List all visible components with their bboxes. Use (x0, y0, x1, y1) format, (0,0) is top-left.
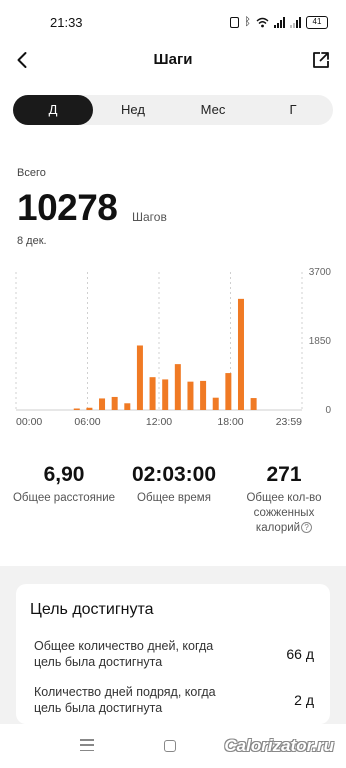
chart-bar (99, 398, 106, 410)
chart-y-tick-label: 3700 (309, 267, 332, 278)
chart-x-tick-label: 06:00 (74, 416, 100, 428)
battery-icon: 41 (306, 15, 328, 29)
stat-distance-value: 6,90 (43, 463, 85, 486)
chart-y-tick-label: 1850 (309, 336, 332, 347)
stat-calories-label: Общее кол-во сожженных калорий? (236, 491, 332, 536)
goal-card: Цель достигнута Общее количество дней, к… (16, 584, 330, 724)
stat-distance-label: Общее расстояние (12, 492, 116, 504)
stat-calories-label-line3: калорий (255, 522, 301, 534)
tab-week[interactable]: Нед (93, 95, 173, 125)
stat-calories: 271 Общее кол-во сожженных калорий? (236, 462, 332, 536)
goal-title: Цель достигнута (30, 601, 154, 618)
tab-year[interactable]: Г (253, 95, 333, 125)
chart-bar (73, 408, 80, 410)
chart-x-tick-label: 12:00 (146, 416, 172, 428)
stat-calories-label-line2: сожженных (253, 507, 315, 519)
top-bar: Шаги (0, 44, 346, 76)
stat-time-label: Общее время (137, 492, 211, 504)
goal-row-label: Общее количество дней, когда цель была д… (34, 639, 214, 669)
tab-day[interactable]: Д (13, 95, 93, 125)
signal-icon-2 (290, 16, 301, 28)
chart-bar (225, 373, 232, 410)
stat-calories-label-line3-wrap: калорий? (236, 521, 332, 536)
wifi-icon (256, 17, 269, 27)
chart-bar (136, 345, 143, 410)
goal-row-value: 66 д (286, 646, 314, 662)
chart-bar (212, 397, 219, 410)
tab-month[interactable]: Мес (173, 95, 253, 125)
page-title: Шаги (153, 51, 193, 68)
share-icon (313, 52, 329, 68)
recent-apps-button[interactable] (80, 739, 94, 751)
chart-x-tick-label: 23:59 (276, 416, 302, 428)
chart-bar (250, 398, 257, 410)
chart-bar (86, 407, 93, 410)
status-icons: ᛒ 41 (230, 14, 328, 30)
chart-bar (200, 380, 207, 410)
share-button[interactable] (310, 48, 332, 72)
period-tabs: Д Нед Мес Г (13, 95, 333, 125)
chart-bar (162, 379, 169, 410)
total-steps-value: 10278 (17, 187, 118, 228)
chart-bar (187, 381, 194, 410)
goal-row-label: Количество дней подряд, когда цель была … (34, 685, 216, 715)
chart-bar (149, 377, 156, 410)
goal-row-streak: Количество дней подряд, когда цель была … (34, 684, 320, 718)
nfc-icon (230, 16, 240, 28)
stat-time-value: 02:03:00 (131, 463, 217, 486)
stat-calories-label-line1: Общее кол-во (246, 492, 322, 504)
chart-bar (237, 298, 244, 410)
signal-icon (274, 16, 285, 28)
total-label: Всего (17, 167, 46, 179)
stat-distance: 6,90 Общее расстояние (4, 462, 124, 506)
stat-calories-value: 271 (266, 463, 302, 486)
chart-y-tick-label: 0 (325, 405, 331, 416)
stats-row: 6,90 Общее расстояние 02:03:00 Общее вре… (0, 462, 346, 542)
chart-x-tick-label: 18:00 (217, 416, 243, 428)
status-bar: 21:33 ᛒ 41 (0, 0, 346, 44)
chart-x-tick-label: 00:00 (16, 416, 42, 428)
chart-bar (174, 364, 181, 410)
stat-time: 02:03:00 Общее время (119, 462, 229, 506)
chart-bar (111, 396, 118, 410)
info-icon[interactable]: ? (301, 522, 313, 533)
total-steps-unit: Шагов (132, 210, 167, 224)
status-time: 21:33 (50, 15, 83, 30)
system-nav-bar: Calorizator.ru (0, 724, 346, 768)
date-label: 8 дек. (17, 235, 47, 247)
chart-bar (124, 403, 131, 410)
bluetooth-icon: ᛒ (244, 15, 251, 28)
watermark: Calorizator.ru (224, 736, 334, 755)
goal-row-total-days: Общее количество дней, когда цель была д… (34, 638, 320, 672)
steps-chart[interactable]: 3700 1850 0 00:00 06:00 12:00 18:00 23:59 (0, 262, 346, 432)
home-button[interactable] (164, 740, 176, 752)
goal-row-value: 2 д (294, 692, 314, 708)
